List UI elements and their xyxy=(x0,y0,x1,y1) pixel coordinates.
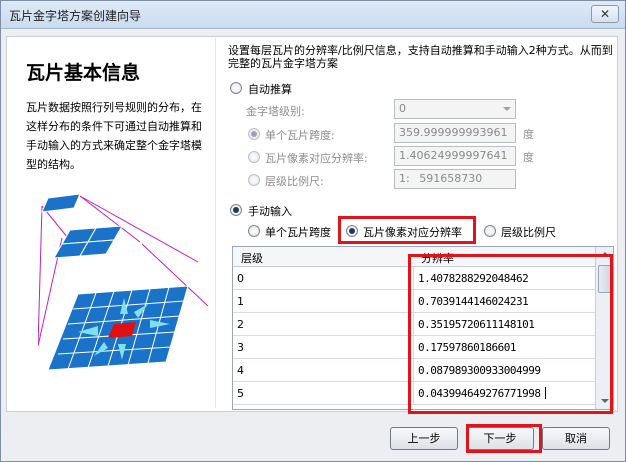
pyramid-level-value: 0 xyxy=(399,102,406,115)
single-span-unit: 度 xyxy=(523,128,534,141)
manual-radio[interactable] xyxy=(230,204,242,216)
scale-label: 层级比例尺: xyxy=(265,175,324,188)
pixel-res-radio[interactable] xyxy=(248,151,260,163)
header-level: 层级 xyxy=(241,252,263,265)
single-span-value: 359.999999993961 xyxy=(399,126,508,139)
single-span-field[interactable]: 359.999999993961 xyxy=(394,123,516,143)
auto-radio[interactable] xyxy=(230,82,242,94)
window-title: 瓦片金字塔方案创建向导 xyxy=(9,9,142,23)
chevron-down-icon xyxy=(503,107,511,111)
pixel-res-value: 1.40624999997641 xyxy=(399,149,508,162)
level-cell: 1 xyxy=(237,295,244,308)
scale-value: 591658730 xyxy=(419,172,483,185)
level-cell: 2 xyxy=(237,318,244,331)
opt-pixel-res-radio[interactable] xyxy=(346,225,358,237)
info-pane: 瓦片基本信息 瓦片数据按照行列号规则的分布，在这样分布的条件下可通过自动推算和手… xyxy=(10,38,216,408)
single-span-radio[interactable] xyxy=(248,128,260,140)
scale-field[interactable]: 1: 591658730 xyxy=(394,169,516,189)
pixel-res-unit: 度 xyxy=(523,151,534,164)
opt-scale-radio[interactable] xyxy=(484,225,496,237)
page-description: 瓦片数据按照行列号规则的分布，在这样分布的条件下可通过自动推算和手动输入的方式来… xyxy=(26,101,202,171)
pixel-res-label: 瓦片像素对应分辨率: xyxy=(265,152,368,165)
opt-pixel-res-label: 瓦片像素对应分辨率 xyxy=(363,226,462,239)
scale-prefix: 1: xyxy=(399,172,410,185)
cancel-button[interactable]: 取消 xyxy=(542,427,610,450)
highlight-box-column xyxy=(408,254,613,414)
pyramid-level-label: 金字塔级别: xyxy=(246,105,305,118)
level-cell: 4 xyxy=(237,364,244,377)
scale-radio[interactable] xyxy=(248,174,260,186)
intro-text: 设置每层瓦片的分辨率/比例尺信息，支持自动推算和手动输入2种方式。从而到完整的瓦… xyxy=(228,44,613,70)
level-cell: 3 xyxy=(237,341,244,354)
highlight-box-next xyxy=(466,424,542,453)
prev-button[interactable]: 上一步 xyxy=(390,427,458,450)
single-span-label: 单个瓦片跨度: xyxy=(265,129,335,142)
opt-single-span-radio[interactable] xyxy=(248,225,260,237)
tile-pyramid-illustration xyxy=(38,193,209,371)
level-cell: 0 xyxy=(237,272,244,285)
close-button[interactable]: ✕ xyxy=(591,5,619,23)
level-cell: 5 xyxy=(237,387,244,400)
pixel-res-field[interactable]: 1.40624999997641 xyxy=(394,146,516,166)
opt-single-span-label: 单个瓦片跨度 xyxy=(265,226,331,239)
auto-label: 自动推算 xyxy=(248,83,292,96)
pyramid-level-select[interactable]: 0 xyxy=(394,99,516,119)
manual-label: 手动输入 xyxy=(248,205,292,218)
title-bar: 瓦片金字塔方案创建向导 ✕ xyxy=(1,1,625,29)
opt-scale-label: 层级比例尺 xyxy=(501,226,556,239)
page-heading: 瓦片基本信息 xyxy=(26,62,141,84)
